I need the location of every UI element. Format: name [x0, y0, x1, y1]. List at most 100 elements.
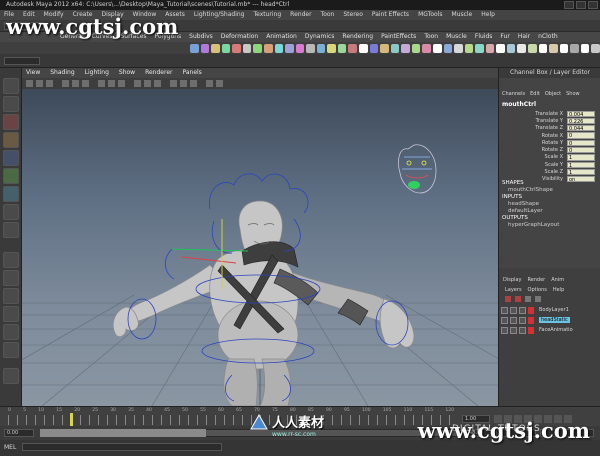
last-tool-icon[interactable] — [3, 222, 19, 238]
menu-item[interactable]: Lighting/Shading — [194, 10, 245, 20]
shelf-tab[interactable]: Hair — [518, 32, 530, 42]
input-node[interactable]: headShape — [502, 201, 598, 208]
range-slider-handle[interactable] — [40, 429, 206, 437]
shelf-tool-icon[interactable] — [422, 43, 431, 53]
display-type-icon[interactable] — [519, 326, 526, 334]
display-type-icon[interactable] — [519, 306, 526, 314]
channel-value-field[interactable]: 1 — [567, 168, 595, 176]
channel-box-menu-item[interactable]: Channels — [502, 90, 525, 98]
move-layer-up-icon[interactable] — [525, 296, 531, 302]
channel-value-field[interactable]: 0 — [567, 146, 595, 154]
shelf-tab[interactable]: Animation — [266, 32, 297, 42]
shelf-tool-icon[interactable] — [390, 43, 400, 53]
new-layer-selected-icon[interactable] — [515, 296, 521, 302]
layer-row[interactable]: BodyLayer1 — [501, 306, 599, 314]
channel-row[interactable]: Scale Z 1 — [499, 168, 600, 176]
shelf-tool-icon[interactable] — [380, 43, 389, 53]
channel-value-field[interactable]: 1 — [567, 161, 595, 169]
visibility-toggle-icon[interactable] — [501, 326, 508, 334]
channel-box-menu-item[interactable]: Edit — [530, 90, 540, 98]
shelf-tool-icon[interactable] — [348, 43, 357, 53]
four-pane-layout-icon[interactable] — [3, 270, 19, 286]
shelf-tool-icon[interactable] — [570, 43, 579, 53]
selected-object-name[interactable]: mouthCtrl — [502, 101, 598, 109]
viewport-menu-item[interactable]: Renderer — [145, 68, 172, 78]
channel-box-menu-item[interactable]: Show — [566, 90, 580, 98]
shelf-tool-icon[interactable] — [327, 43, 336, 53]
channel-row[interactable]: Scale X 1 — [499, 154, 600, 161]
menu-item[interactable]: Help — [481, 10, 495, 20]
shelf-tab[interactable]: Subdivs — [189, 32, 213, 42]
close-button[interactable] — [588, 1, 598, 9]
shelf-tool-icon[interactable] — [295, 43, 305, 53]
select-tool-icon[interactable] — [3, 78, 19, 94]
layer-name[interactable]: BodyLayer1 — [539, 307, 569, 313]
channel-row[interactable]: Translate Z 0.044 — [499, 125, 600, 132]
visibility-toggle-icon[interactable] — [501, 316, 508, 324]
move-tool-icon[interactable] — [3, 132, 19, 148]
shelf-tool-icon[interactable] — [190, 43, 199, 53]
shelf-selector[interactable] — [4, 57, 40, 65]
shelf-tool-icon[interactable] — [263, 43, 273, 53]
layer-tab[interactable]: Render — [527, 276, 545, 284]
shelf-tool-icon[interactable] — [549, 43, 558, 53]
maximize-button[interactable] — [576, 1, 586, 9]
shelf-tool-icon[interactable] — [232, 43, 241, 53]
layer-color-swatch[interactable] — [528, 306, 534, 314]
layer-menu-item[interactable]: Options — [528, 286, 547, 294]
shelf-tab[interactable]: PaintEffects — [381, 32, 416, 42]
persp-graph-layout-icon[interactable] — [3, 306, 19, 322]
shelf-tab[interactable]: Toon — [424, 32, 438, 42]
shelf-tab[interactable]: Dynamics — [305, 32, 335, 42]
channel-row[interactable]: Translate X 0.004 — [499, 110, 600, 118]
layer-row[interactable]: headStatic — [501, 316, 599, 324]
shelf-tool-icon[interactable] — [211, 43, 220, 53]
command-input[interactable] — [22, 443, 222, 451]
menu-item[interactable]: MGTools — [418, 10, 442, 20]
single-pane-layout-icon[interactable] — [3, 252, 19, 268]
shelf-tool-icon[interactable] — [475, 43, 484, 53]
shelf-tab[interactable]: nCloth — [538, 32, 558, 42]
outliner-layout-icon[interactable] — [3, 342, 19, 358]
soft-mod-icon[interactable] — [3, 204, 19, 220]
move-layer-down-icon[interactable] — [535, 296, 541, 302]
shelf-tool-icon[interactable] — [285, 43, 294, 53]
shelf-tab[interactable]: Fur — [500, 32, 509, 42]
shelf-tool-icon[interactable] — [591, 43, 600, 53]
channel-value-field[interactable]: 0.004 — [567, 110, 595, 118]
viewport-menu-item[interactable]: Show — [119, 68, 135, 78]
playback-toggle-icon[interactable] — [510, 306, 517, 314]
menu-item[interactable]: Stereo — [343, 10, 363, 20]
channel-box-menu-item[interactable]: Object — [545, 90, 561, 98]
output-node[interactable]: hyperGraphLayout — [502, 222, 598, 229]
shelf-tool-icon[interactable] — [411, 43, 421, 53]
playback-toggle-icon[interactable] — [510, 316, 517, 324]
channel-row[interactable]: Scale Y 1 — [499, 161, 600, 169]
viewport-menu-item[interactable]: Panels — [182, 68, 201, 78]
channel-value-field[interactable]: 0.226 — [567, 117, 595, 125]
channel-value-field[interactable]: 0 — [567, 139, 595, 147]
viewport-menu-item[interactable]: Lighting — [85, 68, 109, 78]
shelf-tool-icon[interactable] — [528, 43, 537, 53]
channel-value-field[interactable]: 0.044 — [567, 125, 595, 132]
layer-tab[interactable]: Anim — [551, 276, 564, 284]
shelf-tab[interactable]: Rendering — [342, 32, 373, 42]
shelf-tool-icon[interactable] — [443, 43, 453, 53]
playback-toggle-icon[interactable] — [510, 326, 517, 334]
channel-row[interactable]: Rotate Z 0 — [499, 146, 600, 154]
menu-item[interactable]: Paint Effects — [372, 10, 409, 20]
paint-select-icon[interactable] — [3, 114, 19, 130]
shelf-tab[interactable]: Deformation — [221, 32, 258, 42]
shelf-tool-icon[interactable] — [253, 43, 262, 53]
shelf-tool-icon[interactable] — [316, 43, 326, 53]
display-type-icon[interactable] — [519, 316, 526, 324]
shelf-tool-icon[interactable] — [221, 43, 231, 53]
shelf-tool-icon[interactable] — [359, 43, 368, 53]
channel-value-field[interactable]: 0 — [567, 132, 595, 139]
menu-item[interactable]: Render — [290, 10, 311, 20]
menu-item[interactable]: Toon — [321, 10, 335, 20]
command-language-label[interactable]: MEL — [4, 444, 16, 451]
channel-row[interactable]: Rotate X 0 — [499, 132, 600, 139]
lasso-tool-icon[interactable] — [3, 96, 19, 112]
shelf-tool-icon[interactable] — [337, 43, 347, 53]
